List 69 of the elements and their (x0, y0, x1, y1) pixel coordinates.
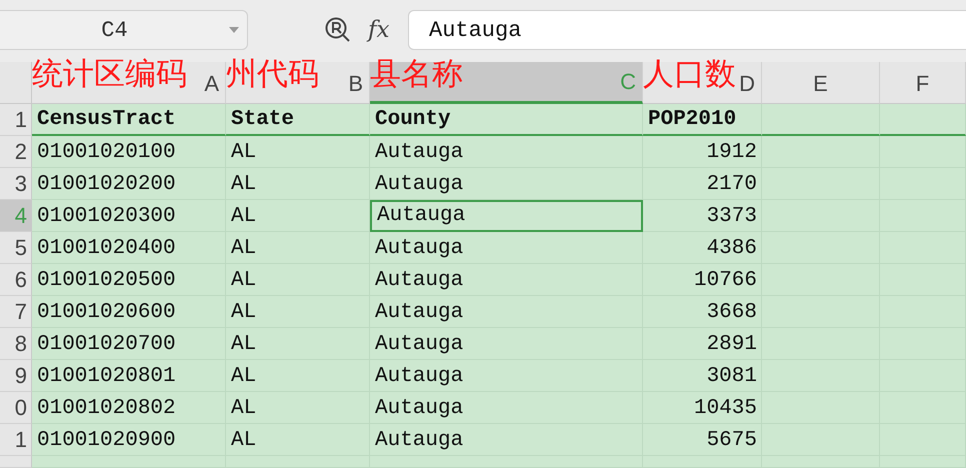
row-header[interactable] (0, 456, 32, 468)
table-cell: AL (226, 264, 370, 296)
table-cell: AL (226, 232, 370, 264)
table-cell: 10435 (643, 392, 762, 424)
table-cell: 01001020802 (32, 392, 226, 424)
table-cell: AL (226, 296, 370, 328)
row-header[interactable]: 2 (0, 136, 32, 168)
table-cell: 01001020100 (32, 136, 226, 168)
table-cell: Autauga (370, 168, 643, 200)
row-header[interactable]: 7 (0, 296, 32, 328)
row-header[interactable]: 6 (0, 264, 32, 296)
table-cell: 01001020300 (32, 200, 226, 232)
column-letter: F (916, 71, 930, 97)
table-cell: 3081 (643, 360, 762, 392)
table-cell: Autauga (370, 360, 643, 392)
table-cell: AL (226, 328, 370, 360)
table-cell: 5675 (643, 424, 762, 456)
table-cell: Autauga (370, 264, 643, 296)
table-cell: Autauga (370, 424, 643, 456)
table-cell: Autauga (370, 232, 643, 264)
table-cell: AL (226, 424, 370, 456)
table-cell: Autauga (370, 328, 643, 360)
row-header[interactable]: 8 (0, 328, 32, 360)
table-cell: 2170 (643, 168, 762, 200)
table-cell: AL (226, 200, 370, 232)
zoom-icon[interactable] (324, 16, 352, 44)
table-cell: 10766 (643, 264, 762, 296)
formula-field[interactable]: Autauga (408, 10, 966, 50)
table-cell: 1912 (643, 136, 762, 168)
table-cell: 01001020700 (32, 328, 226, 360)
caret-icon (229, 27, 239, 33)
column-letter: E (813, 71, 828, 97)
row-header[interactable]: 1 (0, 424, 32, 456)
table-cell: Autauga (370, 200, 643, 232)
row-header[interactable]: 0 (0, 392, 32, 424)
table-cell: 01001020400 (32, 232, 226, 264)
column-letter: C (620, 69, 636, 95)
table-cell: 01001020200 (32, 168, 226, 200)
column-header[interactable]: E (762, 62, 880, 104)
row-header[interactable]: 1 (0, 104, 32, 136)
function-label[interactable]: fx (368, 17, 394, 43)
column-title: POP2010 (643, 104, 762, 136)
column-letter: D (739, 71, 755, 97)
table-cell: Autauga (370, 296, 643, 328)
table-cell: Autauga (370, 136, 643, 168)
table-cell: 3373 (643, 200, 762, 232)
table-cell: 01001020600 (32, 296, 226, 328)
table-cell: 01001020900 (32, 424, 226, 456)
column-title: State (226, 104, 370, 136)
row-header[interactable]: 9 (0, 360, 32, 392)
table-cell: AL (226, 360, 370, 392)
column-header[interactable]: F (880, 62, 966, 104)
table-cell: 01001020801 (32, 360, 226, 392)
table-cell: 4386 (643, 232, 762, 264)
name-box[interactable]: C4 (0, 10, 248, 50)
table-cell: 3668 (643, 296, 762, 328)
table-cell: AL (226, 168, 370, 200)
column-title: CensusTract (32, 104, 226, 136)
table-cell: AL (226, 136, 370, 168)
select-all-corner[interactable] (0, 62, 32, 104)
column-letter: B (348, 71, 363, 97)
column-letter: A (204, 71, 219, 97)
table-cell: Autauga (370, 392, 643, 424)
table-cell: 01001020500 (32, 264, 226, 296)
table-cell: AL (226, 392, 370, 424)
column-title: County (370, 104, 643, 136)
row-header[interactable]: 3 (0, 168, 32, 200)
row-header[interactable]: 5 (0, 232, 32, 264)
table-cell: 2891 (643, 328, 762, 360)
